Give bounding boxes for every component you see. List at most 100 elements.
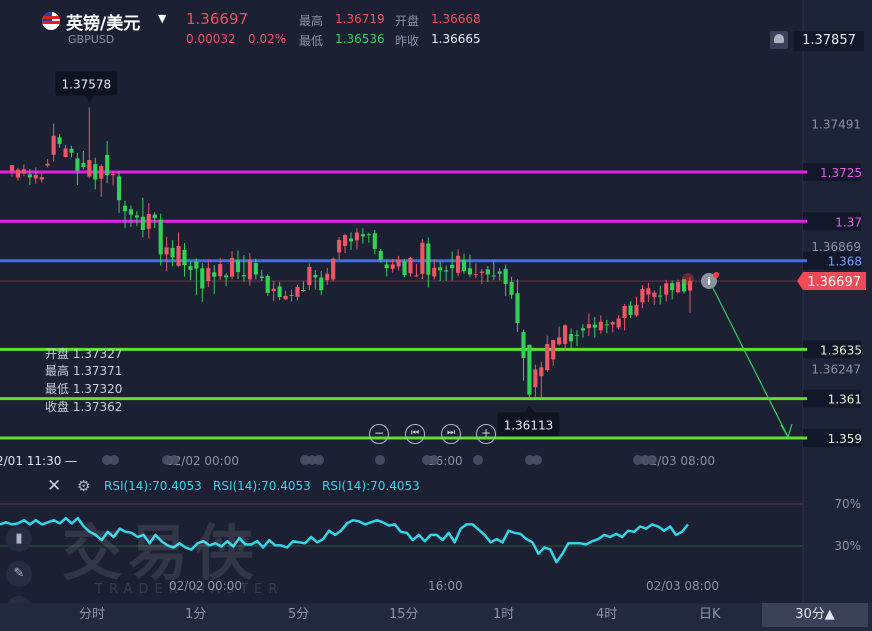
candle-body	[539, 367, 544, 377]
level-label-1.361: 1.361	[828, 393, 862, 407]
price-axis-panel	[803, 0, 872, 603]
min-callout-pointer	[524, 405, 535, 413]
candle-body	[580, 328, 586, 331]
candle-body	[337, 240, 342, 253]
tf-30m-selected[interactable]: 30分▲	[762, 603, 868, 627]
candle-body	[182, 249, 187, 266]
min-price-label: 1.36113	[504, 418, 554, 432]
candle-body	[45, 163, 50, 166]
candle-body	[450, 264, 455, 269]
trading-app: 1.37491 1.36869 1.36247 1.3725 1.37 1.368 1.36…	[0, 0, 872, 631]
candle-body	[39, 177, 44, 180]
tf-5m[interactable]: 5分	[288, 603, 309, 627]
candle-body	[313, 274, 318, 278]
rsi-x-label: 02/03 08:00	[646, 579, 719, 593]
candle-body	[551, 339, 556, 360]
candle-body	[176, 245, 181, 266]
tf-1m[interactable]: 1分	[185, 603, 206, 627]
prev-button[interactable]: ⏮	[405, 424, 425, 444]
candle-body	[521, 332, 526, 359]
pair-symbol: GBPUSD	[68, 33, 115, 46]
candle-body	[229, 258, 235, 277]
pair-title[interactable]: 英镑/美元	[66, 9, 140, 34]
candle-body	[473, 274, 478, 276]
max-price-label: 1.37578	[62, 77, 112, 91]
candle-body	[670, 283, 675, 291]
candle-body	[628, 305, 633, 315]
candle-body	[592, 324, 597, 328]
candle-body	[652, 292, 657, 297]
close-icon[interactable]: ✕	[47, 476, 61, 496]
event-marker[interactable]	[647, 455, 657, 465]
event-marker[interactable]	[375, 455, 385, 465]
candle-body	[479, 271, 484, 273]
event-marker[interactable]	[109, 455, 119, 465]
level-label-1.368: 1.368	[828, 255, 862, 269]
event-marker[interactable]	[473, 455, 483, 465]
candle-body	[354, 232, 360, 241]
rsi-label-3: RSI(14):70.4053	[322, 479, 420, 493]
high-label: 最高	[299, 14, 324, 28]
candle-body	[574, 334, 580, 336]
candle-body	[188, 266, 193, 270]
candle-body	[438, 267, 443, 271]
tf-15m[interactable]: 15分	[389, 603, 419, 627]
tf-1h[interactable]: 1时	[493, 603, 514, 627]
candle-body	[51, 135, 56, 155]
tf-4h[interactable]: 4时	[596, 603, 617, 627]
x-axis-crosshair-time: 2/01 11:30 —	[0, 454, 77, 468]
candle-body	[224, 275, 229, 278]
candle-body	[301, 290, 306, 292]
candles-icon[interactable]: ▮	[6, 526, 32, 552]
alert-dot	[713, 271, 719, 278]
candle-body	[152, 214, 157, 219]
candle-body	[21, 169, 26, 174]
candle-body	[390, 264, 395, 269]
event-marker[interactable]	[532, 455, 542, 465]
gear-icon[interactable]: ⚙	[77, 477, 90, 495]
candle-body	[111, 174, 116, 176]
candle-body	[545, 344, 550, 371]
candle-body	[140, 216, 145, 230]
watermark-logo: 交易侠	[62, 519, 260, 589]
y-axis-tick-label: 1.37491	[811, 118, 861, 132]
event-marker[interactable]	[429, 455, 439, 465]
candle-body	[461, 259, 467, 271]
candle-body	[509, 281, 514, 295]
candle-body	[99, 166, 104, 179]
candle-body	[634, 304, 639, 316]
level-label-1.3635: 1.3635	[820, 343, 862, 357]
candle-body	[259, 276, 264, 279]
candle-body	[295, 286, 300, 297]
candle-body	[247, 260, 252, 280]
open-value: 1.36668	[431, 12, 481, 26]
candle-body	[9, 165, 15, 172]
candle-body	[27, 174, 32, 178]
caret-down-icon[interactable]: ▼	[158, 12, 166, 25]
candle-body	[283, 295, 288, 300]
candle-body	[444, 270, 449, 272]
low-label: 最低	[299, 34, 324, 48]
candle-body	[557, 337, 562, 345]
event-marker[interactable]	[169, 455, 179, 465]
candle-body	[467, 268, 473, 275]
tf-day[interactable]: 日K	[699, 603, 721, 627]
trend-arrow[interactable]	[711, 285, 789, 438]
candle-body	[646, 288, 651, 295]
candle-body	[325, 273, 330, 281]
pencil-icon[interactable]: ✎	[6, 561, 32, 587]
zoom-out-button[interactable]: −	[369, 424, 389, 444]
candle-body	[93, 164, 98, 180]
tf-tick[interactable]: 分时	[79, 603, 105, 627]
zoom-in-button[interactable]: +	[476, 424, 496, 444]
max-callout-pointer	[84, 95, 95, 103]
next-button[interactable]: ⏭	[441, 424, 461, 444]
candle-body	[676, 282, 681, 293]
candle-body	[485, 269, 490, 275]
low-value: 1.36536	[335, 32, 385, 46]
event-marker[interactable]	[314, 455, 324, 465]
candle-body	[63, 148, 68, 158]
bell-icon[interactable]	[770, 31, 788, 49]
candle-body	[664, 283, 669, 295]
candle-body	[253, 263, 258, 275]
